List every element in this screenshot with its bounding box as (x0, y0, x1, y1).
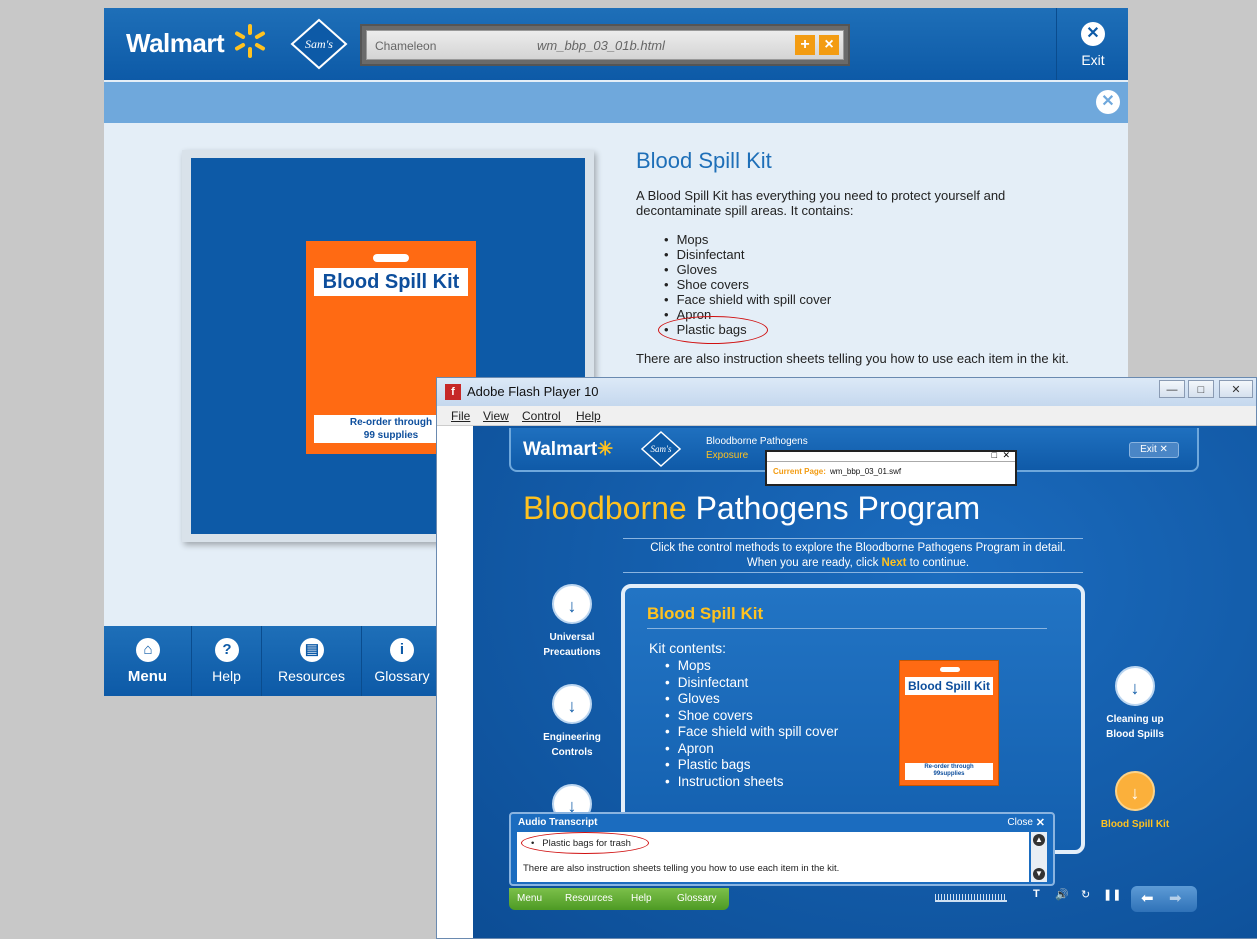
walmart-logo: Walmart✳ (523, 439, 614, 460)
home-icon: ⌂ (136, 638, 160, 662)
resources-button[interactable]: ▤ Resources (262, 626, 362, 696)
menu-view[interactable]: View (483, 409, 509, 423)
control-cleaning-up-blood-spills[interactable]: ↓ Cleaning up Blood Spills (1095, 666, 1175, 742)
resources-icon: ▤ (300, 638, 324, 662)
annotation-circle (521, 832, 649, 854)
help-icon: ? (215, 638, 239, 662)
close-panel-button[interactable]: ✕ (1096, 90, 1120, 114)
list-item: Disinfectant (664, 247, 831, 262)
chameleon-filename: wm_bbp_03_01b.html (537, 38, 665, 53)
list-item: Plastic bags (665, 757, 838, 774)
course-name: Bloodborne Pathogens (706, 436, 808, 447)
maximize-button[interactable]: □ (1188, 380, 1214, 398)
menu-bar: File View Control Help (437, 406, 1256, 426)
scroll-down-icon[interactable]: ▼ (1033, 868, 1045, 880)
sams-club-logo: Sam's (290, 18, 348, 70)
content-outro: There are also instruction sheets tellin… (636, 351, 1069, 366)
nav-glossary[interactable]: Glossary (677, 893, 716, 904)
control-universal-precautions[interactable]: ↓ Universal Precautions (537, 584, 607, 660)
arrow-down-icon: ↓ (1115, 771, 1155, 811)
sams-club-logo: Sam's (641, 431, 681, 467)
exit-button[interactable]: ✕ Exit (1056, 8, 1128, 80)
popup-maximize-icon[interactable]: □ (992, 450, 997, 460)
flash-player-window: f Adobe Flash Player 10 — □ ✕ File View … (436, 377, 1257, 939)
course-module: Exposure (706, 450, 749, 461)
minimize-button[interactable]: — (1159, 380, 1185, 398)
arrow-down-icon: ↓ (552, 684, 592, 724)
list-item: Instruction sheets (665, 774, 838, 791)
list-item: Disinfectant (665, 675, 838, 692)
nav-menu[interactable]: Menu (517, 893, 542, 904)
pause-icon[interactable]: ❚❚ (1103, 888, 1121, 901)
kit-contents-list: Mops Disinfectant Gloves Shoe covers Fac… (665, 658, 839, 791)
list-item: Apron (665, 741, 838, 758)
close-icon[interactable]: ✕ (1036, 816, 1045, 829)
arrow-down-icon: ↓ (552, 584, 592, 624)
list-item: Mops (664, 232, 831, 247)
nav-resources[interactable]: Resources (565, 893, 613, 904)
content-intro: A Blood Spill Kit has everything you nee… (636, 188, 1006, 218)
close-chameleon-button[interactable]: × (819, 35, 839, 55)
instructions: Click the control methods to explore the… (650, 542, 1066, 569)
nav-help[interactable]: Help (631, 893, 652, 904)
content-title: Blood Spill Kit (636, 148, 772, 173)
menu-file[interactable]: File (451, 409, 470, 423)
audio-transcript-panel: Audio Transcript Close ✕ • Plastic bags … (509, 812, 1055, 886)
list-item: Face shield with spill cover (664, 292, 832, 307)
menu-button[interactable]: ⌂ Menu (104, 626, 192, 696)
stage-bottom-nav: Menu Resources Help Glossary (509, 888, 729, 910)
flash-icon: f (445, 384, 461, 400)
stage-exit-button[interactable]: Exit ✕ (1129, 442, 1179, 458)
window-close-button[interactable]: ✕ (1219, 380, 1253, 398)
transcript-scrollbar[interactable]: ▲ ▼ (1031, 832, 1047, 882)
control-engineering-controls[interactable]: ↓ Engineering Controls (537, 684, 607, 760)
annotation-circle (658, 316, 768, 344)
help-button[interactable]: ? Help (192, 626, 262, 696)
arrow-down-icon: ↓ (1115, 666, 1155, 706)
control-blood-spill-kit[interactable]: ↓ Blood Spill Kit (1091, 771, 1179, 832)
page-nav: ⬅ ➡ (1131, 886, 1197, 912)
course-subbar: ✕ (104, 82, 1128, 123)
list-item: Gloves (665, 691, 838, 708)
list-item: Face shield with spill cover (665, 724, 839, 741)
flash-stage: Walmart✳ Sam's Bloodborne Pathogens Expo… (473, 426, 1257, 938)
volume-icon[interactable]: 🔊 (1055, 888, 1069, 901)
transcript-close-button[interactable]: Close (1007, 817, 1033, 828)
walmart-spark-icon (235, 24, 265, 58)
expand-button[interactable]: + (795, 35, 815, 55)
window-title: Adobe Flash Player 10 (467, 384, 599, 399)
window-titlebar: f Adobe Flash Player 10 — □ ✕ (437, 378, 1256, 406)
blood-spill-kit-image: Blood Spill Kit Re-order through 99suppl… (899, 660, 999, 786)
text-toggle-icon[interactable]: T (1033, 888, 1040, 900)
svg-text:Sam's: Sam's (651, 444, 672, 454)
replay-icon[interactable]: ↻ (1081, 888, 1090, 901)
chameleon-brand: Chameleon (375, 39, 437, 53)
audio-progress-bar[interactable] (935, 894, 1007, 902)
list-item: Mops (665, 658, 838, 675)
close-icon: ✕ (1081, 22, 1105, 46)
next-arrow-icon[interactable]: ➡ (1169, 889, 1182, 907)
back-arrow-icon[interactable]: ⬅ (1141, 889, 1154, 907)
popup-close-icon[interactable]: ✕ (1002, 450, 1010, 461)
chameleon-toolbar: Chameleon wm_bbp_03_01b.html + × (360, 24, 850, 66)
menu-help[interactable]: Help (576, 409, 601, 423)
program-title: Bloodborne Pathogens Program (523, 490, 981, 526)
menu-control[interactable]: Control (522, 409, 561, 423)
svg-text:Sam's: Sam's (305, 37, 333, 51)
course-header: Walmart Sam's Chameleon wm_bbp_03_01b.ht… (104, 8, 1128, 80)
walmart-logo: Walmart (126, 24, 265, 59)
current-page-popup: □ ✕ Current Page: wm_bbp_03_01.swf (765, 450, 1017, 486)
scroll-up-icon[interactable]: ▲ (1033, 834, 1045, 846)
list-item: Gloves (664, 262, 831, 277)
glossary-button[interactable]: i Glossary (362, 626, 442, 696)
list-item: Shoe covers (665, 708, 838, 725)
info-icon: i (390, 638, 414, 662)
list-item: Shoe covers (664, 277, 831, 292)
